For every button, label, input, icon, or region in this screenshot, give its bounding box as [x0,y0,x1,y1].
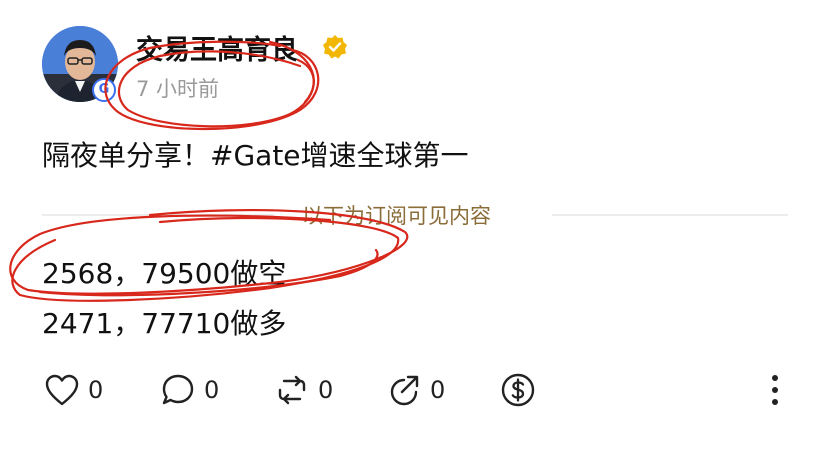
tip-action[interactable] [500,372,536,408]
comment-count: 0 [204,376,220,404]
content-line-short: 2568，79500做空 [42,257,287,290]
repost-action[interactable]: 0 [274,372,333,408]
share-icon [390,375,419,406]
comment-action[interactable]: 0 [160,372,219,408]
repost-count: 0 [318,376,334,404]
more-vertical-icon [772,375,778,405]
repost-icon [278,375,306,405]
author-name[interactable]: 交易王高育良 [136,28,298,67]
share-count: 0 [430,376,446,404]
post-timestamp: 7 小时前 [136,77,220,101]
divider-line-left [42,214,274,216]
more-options-button[interactable] [760,372,790,408]
dollar-icon [501,373,535,407]
gate-badge-icon: G [92,78,116,102]
heart-icon [45,374,79,406]
like-count: 0 [88,376,104,404]
like-action[interactable]: 0 [44,372,103,408]
post-text: 隔夜单分享！#Gate增速全球第一 [42,139,469,172]
verified-badge-icon [323,35,347,59]
subscription-divider-label: 以下为订阅可见内容 [302,204,491,228]
share-action[interactable]: 0 [386,372,445,408]
content-line-long: 2471，77710做多 [42,307,287,340]
comment-icon [162,374,194,405]
divider-line-right [552,214,788,216]
